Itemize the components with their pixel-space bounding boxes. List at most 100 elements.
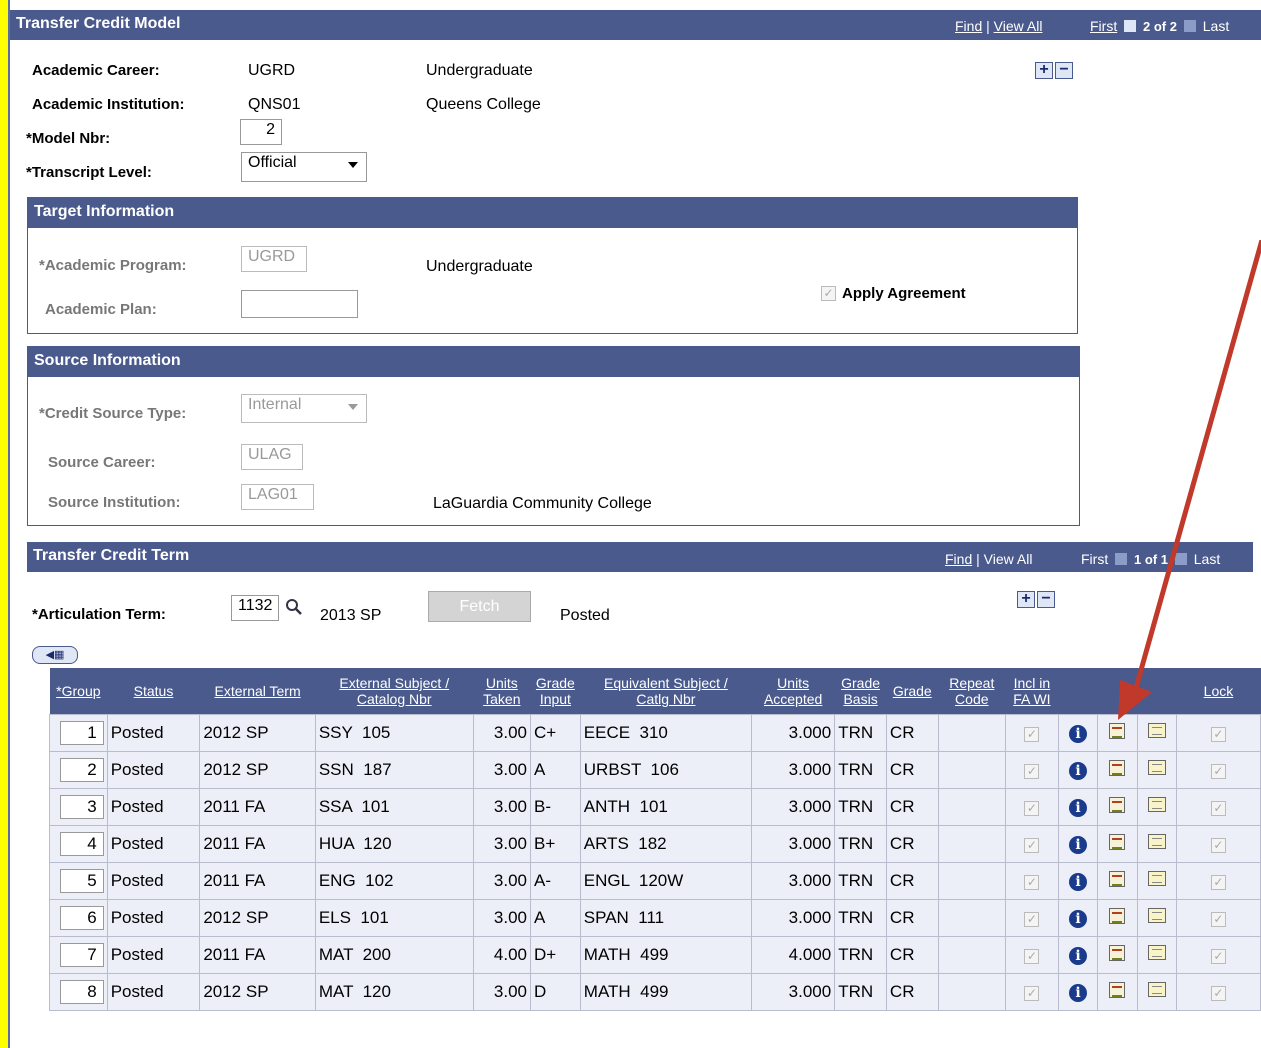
find-link[interactable]: Find (955, 18, 982, 34)
prev-arrow-icon[interactable] (1124, 20, 1137, 32)
col-group[interactable]: *Group (49, 668, 108, 715)
course-detail-icon[interactable] (1109, 907, 1126, 924)
col-grade-input[interactable]: Grade Input (530, 668, 581, 715)
info-icon[interactable]: i (1069, 799, 1088, 817)
view-all-link[interactable]: View All (994, 18, 1043, 34)
group-input[interactable]: 2 (59, 758, 104, 782)
col-external-subject[interactable]: External Subject / Catalog Nbr (315, 668, 474, 715)
notes-icon[interactable] (1147, 908, 1166, 923)
incl-fa-checkbox: ✓ (1024, 838, 1040, 853)
info-icon[interactable]: i (1069, 873, 1088, 891)
notes-icon[interactable] (1147, 871, 1166, 886)
col-status[interactable]: Status (107, 668, 200, 715)
course-detail-icon[interactable] (1109, 833, 1126, 850)
academic-plan-input[interactable] (241, 290, 358, 318)
apply-agreement-label: Apply Agreement (842, 285, 966, 302)
row-units-accepted: 4.000 (751, 936, 836, 974)
show-all-columns-icon[interactable]: ◀▦ (32, 646, 78, 664)
course-detail-icon[interactable] (1109, 981, 1126, 998)
col-grade[interactable]: Grade (886, 668, 939, 715)
row-grade-basis: TRN (834, 714, 887, 752)
group-input[interactable]: 7 (59, 943, 104, 967)
row-repeat-code (937, 825, 1006, 863)
notes-icon[interactable] (1147, 945, 1166, 960)
row-repeat-code (937, 788, 1006, 826)
row-grade-input: D (530, 973, 581, 1011)
transfer-credit-grid: *Group Status External Term External Sub… (49, 668, 1261, 1011)
row-grade: CR (885, 825, 939, 863)
row-equivalent-subject: ANTH 101 (579, 788, 753, 826)
row-lock: ✓ (1175, 862, 1261, 900)
lock-checkbox: ✓ (1210, 912, 1226, 927)
row-grade-basis: TRN (834, 862, 887, 900)
row-units-accepted: 3.000 (751, 899, 836, 937)
delete-row-button[interactable]: − (1055, 62, 1073, 79)
row-incl-fa: ✓ (1004, 751, 1059, 789)
table-row: 3 Posted 2011 FA SSA 101 3.00 B- ANTH 101 3.000… (49, 788, 1261, 826)
col-equivalent-subject[interactable]: Equivalent Subject / Catlg Nbr (580, 668, 752, 715)
col-repeat-code[interactable]: Repeat Code (938, 668, 1006, 715)
row-grade-input: A (530, 751, 581, 789)
row-units-accepted: 3.000 (751, 973, 836, 1011)
source-institution-input: LAG01 (241, 484, 314, 510)
info-icon[interactable]: i (1069, 836, 1088, 854)
term-delete-row-button[interactable]: − (1037, 591, 1055, 608)
row-lock: ✓ (1175, 751, 1261, 789)
notes-icon[interactable] (1147, 834, 1166, 849)
group-input[interactable]: 6 (59, 906, 104, 930)
row-status: Posted (106, 788, 201, 826)
group-input[interactable]: 8 (59, 980, 104, 1004)
first-link[interactable]: First (1090, 18, 1117, 34)
group-input[interactable]: 4 (59, 832, 104, 856)
col-units-taken[interactable]: Units Taken (473, 668, 531, 715)
info-icon[interactable]: i (1069, 725, 1088, 743)
incl-fa-checkbox: ✓ (1024, 727, 1040, 742)
incl-fa-checkbox: ✓ (1024, 949, 1040, 964)
next-arrow-icon[interactable] (1183, 20, 1196, 32)
col-units-accepted[interactable]: Units Accepted (751, 668, 835, 715)
notes-icon[interactable] (1147, 760, 1166, 775)
row-lock: ✓ (1175, 825, 1261, 863)
row-units-accepted: 3.000 (751, 788, 836, 826)
info-icon[interactable]: i (1069, 947, 1088, 965)
group-input[interactable]: 3 (59, 795, 104, 819)
col-grade-basis[interactable]: Grade Basis (834, 668, 887, 715)
term-title: Transfer Credit Term (33, 547, 190, 564)
row-external-term: 2011 FA (199, 788, 316, 826)
col-external-term[interactable]: External Term (199, 668, 316, 715)
row-incl-fa: ✓ (1004, 936, 1059, 974)
source-career-label: Source Career: (48, 454, 156, 471)
articulation-term-input[interactable]: 1132 (231, 595, 279, 621)
info-icon[interactable]: i (1069, 984, 1088, 1002)
academic-institution-desc: Queens College (426, 96, 541, 113)
row-external-subject: HUA 120 (314, 825, 474, 863)
course-detail-icon[interactable] (1109, 759, 1126, 776)
row-external-subject: MAT 200 (314, 936, 474, 974)
row-status: Posted (106, 862, 201, 900)
col-incl-fa[interactable]: Incl in FA WI (1005, 668, 1059, 715)
source-institution-desc: LaGuardia Community College (433, 495, 652, 512)
row-units-accepted: 3.000 (751, 825, 836, 863)
row-units-taken: 3.00 (472, 973, 532, 1011)
model-nbr-input[interactable]: 2 (240, 119, 282, 145)
academic-institution-label: Academic Institution: (32, 96, 185, 113)
info-icon[interactable]: i (1069, 762, 1088, 780)
course-detail-icon[interactable] (1109, 870, 1126, 887)
group-input[interactable]: 1 (59, 721, 104, 745)
row-status: Posted (106, 936, 201, 974)
table-row: 7 Posted 2011 FA MAT 200 4.00 D+ MATH 499 4.000… (49, 936, 1261, 974)
lookup-icon[interactable] (285, 598, 303, 616)
notes-icon[interactable] (1147, 982, 1166, 997)
course-detail-icon[interactable] (1109, 944, 1126, 961)
notes-icon[interactable] (1147, 797, 1166, 812)
group-input[interactable]: 5 (59, 869, 104, 893)
target-info-box: Target Information *Academic Program: UG… (27, 197, 1078, 334)
term-add-row-button[interactable]: + (1017, 591, 1035, 608)
transcript-level-select[interactable]: Official (241, 152, 367, 182)
row-external-term: 2011 FA (199, 936, 316, 974)
add-row-button[interactable]: + (1035, 62, 1053, 79)
info-icon[interactable]: i (1069, 910, 1088, 928)
course-detail-icon[interactable] (1109, 796, 1126, 813)
term-find-link[interactable]: Find (945, 551, 972, 567)
row-repeat-code (937, 862, 1006, 900)
